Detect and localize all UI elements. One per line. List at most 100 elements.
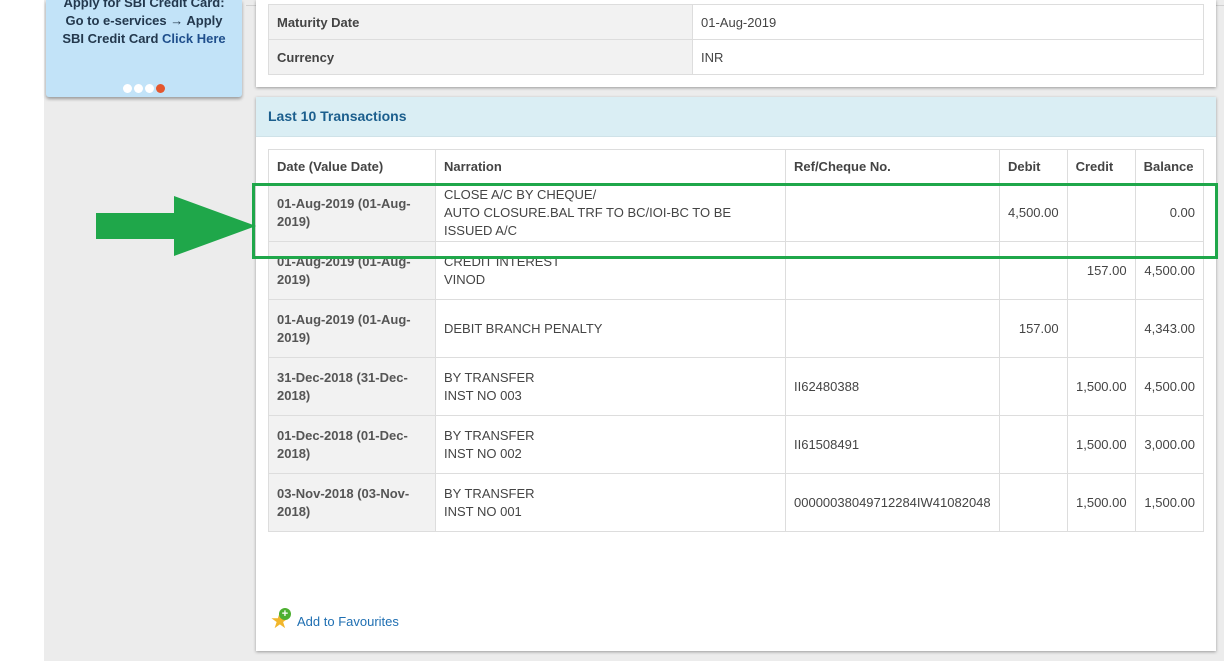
info-row-currency: Currency INR xyxy=(268,39,1204,75)
column-header-credit: Credit xyxy=(1066,149,1136,184)
promo-click-here-link[interactable]: Click Here xyxy=(162,31,226,46)
transactions-header: Last 10 Transactions xyxy=(256,97,1216,137)
cell-debit xyxy=(999,415,1068,474)
table-row: 01-Aug-2019 (01-Aug- 2019) CLOSE A/C BY CH… xyxy=(268,183,1205,242)
maturity-date-label: Maturity Date xyxy=(268,4,693,40)
cell-narration: BY TRANSFER INST NO 003 xyxy=(435,357,786,416)
column-header-balance: Balance xyxy=(1134,149,1205,184)
cell-debit xyxy=(999,473,1068,532)
cell-credit: 157.00 xyxy=(1066,241,1136,300)
green-arrow-icon xyxy=(96,196,256,256)
narration-line: INST NO 003 xyxy=(444,387,522,403)
balance-value: 3,000.00 xyxy=(1144,436,1195,452)
account-info-table: Maturity Date 01-Aug-2019 Currency INR xyxy=(268,4,1204,75)
balance-value: 4,500.00 xyxy=(1144,262,1195,278)
info-row-maturity: Maturity Date 01-Aug-2019 xyxy=(268,4,1204,40)
currency-value: INR xyxy=(692,39,1204,75)
promo-line-3-prefix: SBI Credit Card xyxy=(62,31,163,46)
table-row: 31-Dec-2018 (31-Dec- 2018) BY TRANSFER INST… xyxy=(268,357,1205,416)
date-line: 01-Dec-2018 (01-Dec- xyxy=(277,427,408,443)
star-plus-icon: ★ + xyxy=(270,608,291,633)
table-row: 01-Aug-2019 (01-Aug- 2019) DEBIT BRANCH PE… xyxy=(268,299,1205,358)
cell-credit: 1,500.00 xyxy=(1066,415,1136,474)
page: Apply for SBI Credit Card: Go to e-servi… xyxy=(0,0,1224,661)
balance-value: 1,500.00 xyxy=(1144,494,1195,510)
transactions-title: Last 10 Transactions xyxy=(268,108,407,124)
cell-balance: 4,500.00 xyxy=(1134,357,1205,416)
cell-debit: 157.00 xyxy=(999,299,1068,358)
transactions-table: Date (Value Date) Narration Ref/Cheque N… xyxy=(268,149,1205,532)
narration-line: AUTO CLOSURE.BAL TRF TO BC/IOI-BC TO BE xyxy=(444,204,732,220)
transactions-body: 01-Aug-2019 (01-Aug- 2019) CLOSE A/C BY CH… xyxy=(268,183,1205,532)
cell-balance: 4,500.00 xyxy=(1134,241,1205,300)
cell-ref: 00000038049712284IW41082048 xyxy=(785,473,1000,532)
narration-line: CREDIT INTEREST xyxy=(444,253,561,269)
column-header-ref: Ref/Cheque No. xyxy=(785,149,1000,184)
balance-value: 4,500.00 xyxy=(1144,378,1195,394)
cell-debit xyxy=(999,357,1068,416)
cell-balance: 0.00 xyxy=(1134,183,1205,242)
credit-value: 1,500.00 xyxy=(1076,494,1127,510)
maturity-date-value: 01-Aug-2019 xyxy=(692,4,1204,40)
cell-ref: II61508491 xyxy=(785,415,1000,474)
promo-text: Apply for SBI Credit Card: Go to e-servi… xyxy=(46,0,242,48)
carousel-dot[interactable] xyxy=(123,84,132,93)
credit-value: 157.00 xyxy=(1086,262,1127,278)
cell-debit xyxy=(999,241,1068,300)
date-line: 2018) xyxy=(277,503,311,519)
carousel-dot[interactable] xyxy=(145,84,154,93)
debit-value: 4,500.00 xyxy=(1008,204,1059,220)
table-row: 03-Nov-2018 (03-Nov- 2018) BY TRANSFER INST… xyxy=(268,473,1205,532)
cell-balance: 3,000.00 xyxy=(1134,415,1205,474)
narration-line: DEBIT BRANCH PENALTY xyxy=(444,320,603,336)
narration-line: BY TRANSFER xyxy=(444,485,535,501)
cell-credit: 1,500.00 xyxy=(1066,357,1136,416)
left-column xyxy=(44,0,246,661)
table-header-row: Date (Value Date) Narration Ref/Cheque N… xyxy=(268,149,1205,184)
cell-narration: BY TRANSFER INST NO 002 xyxy=(435,415,786,474)
account-info-card: Maturity Date 01-Aug-2019 Currency INR xyxy=(256,0,1216,87)
date-line: 31-Dec-2018 (31-Dec- xyxy=(277,369,408,385)
balance-value: 4,343.00 xyxy=(1144,320,1195,336)
narration-line: VINOD xyxy=(444,271,486,287)
ref-value: II61508491 xyxy=(794,436,860,452)
date-line: 01-Aug-2019 (01-Aug- xyxy=(277,253,411,269)
carousel-dots xyxy=(46,80,242,97)
currency-label: Currency xyxy=(268,39,693,75)
narration-line: BY TRANSFER xyxy=(444,369,535,385)
date-line: 2019) xyxy=(277,213,311,229)
cell-narration: DEBIT BRANCH PENALTY xyxy=(435,299,786,358)
narration-line: ISSUED A/C xyxy=(444,222,517,238)
add-to-favourites[interactable]: ★ + Add to Favourites xyxy=(270,608,399,633)
cell-narration: CREDIT INTEREST VINOD xyxy=(435,241,786,300)
debit-value: 157.00 xyxy=(1018,320,1059,336)
narration-line: CLOSE A/C BY CHEQUE/ xyxy=(444,186,597,202)
column-header-narration: Narration xyxy=(435,149,786,184)
date-line: 2018) xyxy=(277,445,311,461)
credit-value: 1,500.00 xyxy=(1076,378,1127,394)
date-line: 2019) xyxy=(277,329,311,345)
ref-value: 00000038049712284IW41082048 xyxy=(794,494,991,510)
narration-line: INST NO 001 xyxy=(444,503,522,519)
cell-balance: 1,500.00 xyxy=(1134,473,1205,532)
cell-date: 01-Aug-2019 (01-Aug- 2019) xyxy=(268,183,436,242)
cell-date: 01-Aug-2019 (01-Aug- 2019) xyxy=(268,299,436,358)
table-row: 01-Dec-2018 (01-Dec- 2018) BY TRANSFER INST… xyxy=(268,415,1205,474)
carousel-dot-active[interactable] xyxy=(156,84,165,93)
cell-ref xyxy=(785,183,1000,242)
cell-date: 01-Dec-2018 (01-Dec- 2018) xyxy=(268,415,436,474)
table-row: 01-Aug-2019 (01-Aug- 2019) CREDIT INTEREST… xyxy=(268,241,1205,300)
ref-value: II62480388 xyxy=(794,378,860,394)
cell-balance: 4,343.00 xyxy=(1134,299,1205,358)
cell-credit xyxy=(1066,183,1136,242)
cell-ref xyxy=(785,299,1000,358)
cell-date: 01-Aug-2019 (01-Aug- 2019) xyxy=(268,241,436,300)
column-header-debit: Debit xyxy=(999,149,1068,184)
cell-credit: 1,500.00 xyxy=(1066,473,1136,532)
cell-narration: BY TRANSFER INST NO 001 xyxy=(435,473,786,532)
add-to-favourites-link[interactable]: Add to Favourites xyxy=(297,614,399,629)
cell-date: 31-Dec-2018 (31-Dec- 2018) xyxy=(268,357,436,416)
carousel-dot[interactable] xyxy=(134,84,143,93)
credit-card-promo-banner[interactable]: Apply for SBI Credit Card: Go to e-servi… xyxy=(46,0,242,97)
cell-credit xyxy=(1066,299,1136,358)
